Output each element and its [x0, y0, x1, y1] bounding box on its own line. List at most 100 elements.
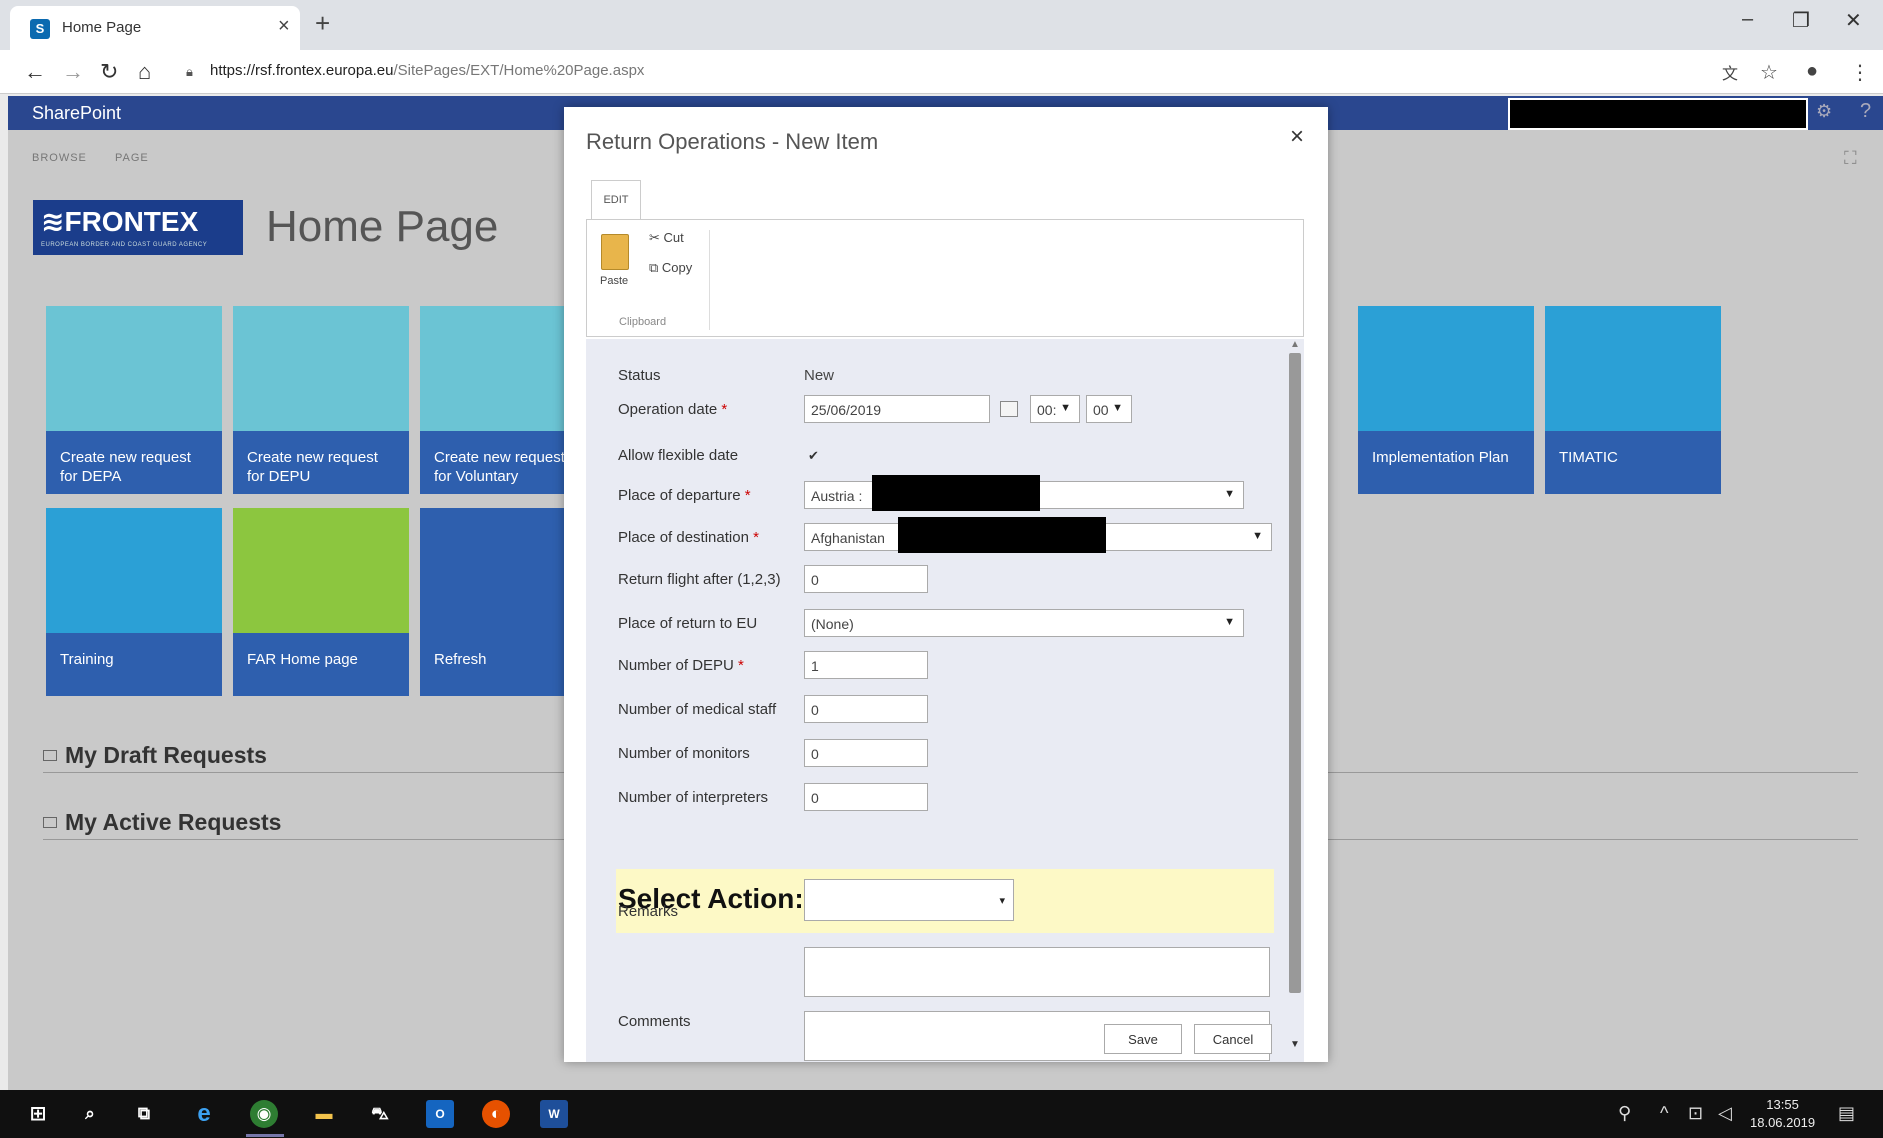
close-window-button[interactable]: ✕	[1845, 8, 1862, 33]
return-eu-label: Place of return to EU	[618, 615, 758, 632]
file-explorer-icon[interactable]: ▬	[310, 1100, 338, 1128]
new-tab-button[interactable]: +	[315, 8, 330, 39]
save-button[interactable]: Save	[1104, 1024, 1182, 1054]
copy-button[interactable]: ⧉ Copy	[649, 260, 692, 276]
tile-label: Implementation Plan	[1358, 431, 1534, 494]
return-eu-value: (None)	[811, 616, 854, 632]
chrome-browser-icon[interactable]: ◉	[250, 1100, 278, 1128]
frontex-logo: ≋FRONTEX EUROPEAN BORDER AND COAST GUARD…	[33, 200, 243, 255]
new-item-dialog: Return Operations - New Item × EDIT Past…	[564, 107, 1328, 1062]
tab-close-icon[interactable]: ×	[278, 15, 290, 38]
comments-label: Comments	[618, 1013, 691, 1030]
ribbon-tab-edit[interactable]: EDIT	[591, 180, 641, 220]
ribbon-tab-browse[interactable]: BROWSE	[32, 152, 87, 164]
tile-create-depa[interactable]: Create new request for DEPA	[46, 306, 222, 494]
reload-icon[interactable]: ↻	[100, 59, 118, 85]
section-my-active-requests[interactable]: My Active Requests	[43, 809, 281, 836]
dialog-title: Return Operations - New Item	[586, 129, 879, 154]
hour-select[interactable]: 00: ▼	[1030, 395, 1080, 423]
scroll-thumb[interactable]	[1289, 353, 1301, 993]
dropdown-arrow-icon: ▼	[1112, 402, 1123, 414]
medical-input[interactable]: 0	[804, 695, 928, 723]
return-flight-input[interactable]: 0	[804, 565, 928, 593]
back-arrow-icon[interactable]: ←	[24, 59, 46, 85]
clipboard-group-label: Clipboard	[619, 316, 667, 328]
search-icon[interactable]: ⌕	[76, 1100, 104, 1128]
return-flight-label: Return flight after (1,2,3)	[618, 571, 781, 588]
people-icon[interactable]: ⚲	[1618, 1103, 1631, 1124]
departure-label: Place of departure *	[618, 487, 751, 504]
paste-label: Paste	[600, 275, 629, 287]
translate-icon[interactable]: 文	[1722, 60, 1738, 84]
menu-icon[interactable]: ⋮	[1850, 60, 1870, 85]
flexible-date-checkbox[interactable]: ✔	[808, 449, 822, 463]
tile-training[interactable]: Training	[46, 508, 222, 696]
cut-label: Cut	[663, 230, 684, 245]
section-title: My Active Requests	[65, 809, 282, 835]
operation-date-label: Operation date *	[618, 401, 727, 418]
tray-expand-icon[interactable]: ^	[1660, 1103, 1668, 1124]
hour-value: 00:	[1037, 402, 1057, 418]
monitors-label: Number of monitors	[618, 745, 750, 762]
remarks-textarea[interactable]	[804, 947, 1270, 997]
scissors-icon: ✂	[649, 230, 660, 245]
url-field[interactable]: https://rsf.frontex.europa.eu/SitePages/…	[210, 62, 644, 79]
network-icon[interactable]: ⊡	[1688, 1103, 1703, 1124]
url-path: /SitePages/EXT/Home%20Page.aspx	[393, 62, 645, 79]
tile-implementation-plan[interactable]: Implementation Plan	[1358, 306, 1534, 494]
edge-browser-icon[interactable]: e	[190, 1100, 218, 1128]
scroll-up-icon[interactable]: ▲	[1290, 339, 1300, 350]
tile-create-depu[interactable]: Create new request for DEPU	[233, 306, 409, 494]
settings-gear-icon[interactable]: ⚙	[1816, 101, 1832, 122]
address-bar: ← → ↻ ⌂ 🔒︎ https://rsf.frontex.europa.eu…	[0, 50, 1883, 94]
word-icon[interactable]: W	[540, 1100, 568, 1128]
taskbar-clock[interactable]: 13:55 18.06.2019	[1750, 1096, 1815, 1132]
windows-start-icon[interactable]: ⊞	[24, 1100, 52, 1128]
redacted-departure	[872, 475, 1040, 511]
required-marker: *	[721, 401, 728, 418]
cut-button[interactable]: ✂ Cut	[649, 230, 684, 246]
notifications-icon[interactable]: ▤	[1838, 1103, 1855, 1124]
tile-label: FAR Home page	[233, 633, 409, 696]
home-icon[interactable]: ⌂	[138, 59, 151, 85]
star-icon[interactable]: ☆	[1760, 60, 1778, 85]
dialog-close-icon[interactable]: ×	[1290, 123, 1304, 151]
help-icon[interactable]: ?	[1860, 100, 1871, 123]
return-eu-select[interactable]: (None) ▼	[804, 609, 1244, 637]
destination-value: Afghanistan	[811, 530, 885, 546]
tile-label: Create new request for DEPU	[233, 431, 409, 494]
calendar-icon[interactable]	[1000, 401, 1018, 417]
firefox-icon[interactable]: ◐	[482, 1100, 510, 1128]
forward-arrow-icon[interactable]: →	[62, 59, 84, 85]
monitors-input[interactable]: 0	[804, 739, 928, 767]
page-title: Home Page	[266, 202, 499, 251]
operation-date-input[interactable]: 25/06/2019	[804, 395, 990, 423]
maximize-button[interactable]: ❐	[1792, 8, 1810, 33]
tile-image	[1358, 306, 1534, 431]
section-my-draft-requests[interactable]: My Draft Requests	[43, 742, 267, 769]
focus-on-content-icon[interactable]: ⛶	[1844, 148, 1857, 169]
form-scrollbar[interactable]: ▲ ▼	[1286, 339, 1302, 1062]
interpreters-input[interactable]: 0	[804, 783, 928, 811]
depu-input[interactable]: 1	[804, 651, 928, 679]
task-view-icon[interactable]: ⧉	[130, 1100, 158, 1128]
dropdown-arrow-icon: ▼	[1060, 402, 1071, 414]
logo-subtitle: EUROPEAN BORDER AND COAST GUARD AGENCY	[41, 242, 208, 248]
tile-timatic[interactable]: TIMATIC	[1545, 306, 1721, 494]
profile-icon[interactable]: ●	[1806, 60, 1818, 83]
select-action-dropdown[interactable]: ▾	[804, 879, 1014, 921]
lock-icon: 🔒︎	[186, 64, 193, 79]
volume-icon[interactable]: ◁	[1718, 1103, 1732, 1124]
flexible-date-label: Allow flexible date	[618, 447, 739, 464]
interpreters-label: Number of interpreters	[618, 789, 769, 806]
sharepoint-brand[interactable]: SharePoint	[32, 103, 121, 124]
minimize-button[interactable]: –	[1742, 8, 1753, 31]
ribbon-tab-page[interactable]: PAGE	[115, 152, 149, 164]
minute-select[interactable]: 00 ▼	[1086, 395, 1132, 423]
cancel-button[interactable]: Cancel	[1194, 1024, 1272, 1054]
tile-far-home-page[interactable]: FAR Home page	[233, 508, 409, 696]
scroll-down-icon[interactable]: ▼	[1290, 1039, 1300, 1050]
outlook-icon[interactable]: O	[426, 1100, 454, 1128]
browser-tab[interactable]: S Home Page ×	[10, 6, 300, 50]
store-icon[interactable]: ⛍	[366, 1100, 394, 1128]
